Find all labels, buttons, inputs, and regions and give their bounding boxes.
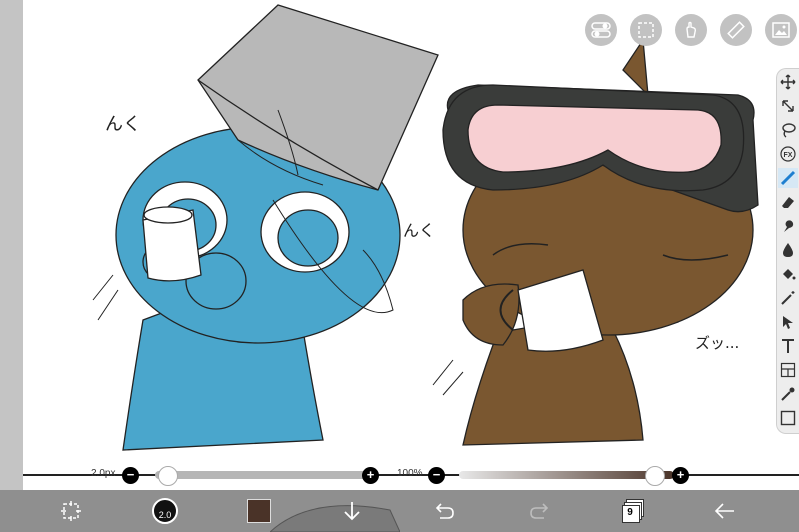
slider-strip: 2.0px − + 100% − +: [23, 463, 799, 489]
layers-button[interactable]: 9: [612, 490, 652, 532]
text-icon[interactable]: [778, 336, 798, 356]
brush-size-slider[interactable]: [155, 471, 370, 479]
brush-size-thumb[interactable]: [158, 466, 178, 486]
brush-size-value: 2.0: [152, 498, 178, 524]
svg-text:FX: FX: [784, 152, 793, 159]
magic-wand-icon[interactable]: [778, 288, 798, 308]
opacity-plus-button[interactable]: +: [672, 467, 689, 484]
selection-icon[interactable]: [630, 14, 662, 46]
canvas-text-right: ズッ...: [695, 334, 739, 352]
layers-icon: 9: [621, 499, 644, 523]
image-icon[interactable]: [765, 14, 797, 46]
smudge-icon[interactable]: [778, 216, 798, 236]
eyedropper-icon[interactable]: [778, 384, 798, 404]
drawing-canvas[interactable]: んく んく ズッ...: [23, 0, 799, 470]
bottom-bar: 2.0 9: [0, 490, 799, 532]
side-toolbar: FX: [776, 68, 799, 434]
artwork: んく んく ズッ...: [92, 4, 759, 451]
current-color-swatch: [247, 499, 271, 523]
opacity-minus-button[interactable]: −: [428, 467, 445, 484]
top-tools: [585, 14, 797, 46]
blue-character: [92, 4, 439, 451]
transform-icon[interactable]: [778, 96, 798, 116]
opacity-thumb[interactable]: [645, 466, 665, 486]
brown-character: [432, 38, 759, 446]
blur-icon[interactable]: [778, 240, 798, 260]
eraser-icon[interactable]: [778, 192, 798, 212]
undo-icon[interactable]: [425, 490, 465, 532]
canvas-icon[interactable]: [778, 408, 798, 428]
download-icon[interactable]: [332, 490, 372, 532]
ruler-icon[interactable]: [720, 14, 752, 46]
brush-size-plus-button[interactable]: +: [362, 467, 379, 484]
left-gutter: [0, 0, 23, 490]
pen-icon[interactable]: [778, 168, 798, 188]
move-icon[interactable]: [778, 72, 798, 92]
brush-size-label: 2.0px: [91, 468, 116, 479]
brush-size-indicator[interactable]: 2.0: [145, 490, 185, 532]
back-icon[interactable]: [705, 490, 745, 532]
select-icon[interactable]: [778, 312, 798, 332]
frame-divider-icon[interactable]: [778, 360, 798, 380]
hand-icon[interactable]: [675, 14, 707, 46]
fx-icon[interactable]: FX: [778, 144, 798, 164]
lasso-icon[interactable]: [778, 120, 798, 140]
transform-canvas-icon[interactable]: [51, 490, 91, 532]
color-picker-button[interactable]: [239, 490, 279, 532]
redo-icon[interactable]: [519, 490, 559, 532]
layer-count: 9: [627, 507, 633, 518]
canvas-text-middle: んく: [403, 221, 435, 240]
canvas-text-left: んく: [105, 114, 141, 135]
opacity-slider[interactable]: [459, 471, 674, 479]
toggle-icon[interactable]: [585, 14, 617, 46]
opacity-label: 100%: [397, 468, 423, 479]
bucket-icon[interactable]: [778, 264, 798, 284]
brush-size-minus-button[interactable]: −: [122, 467, 139, 484]
